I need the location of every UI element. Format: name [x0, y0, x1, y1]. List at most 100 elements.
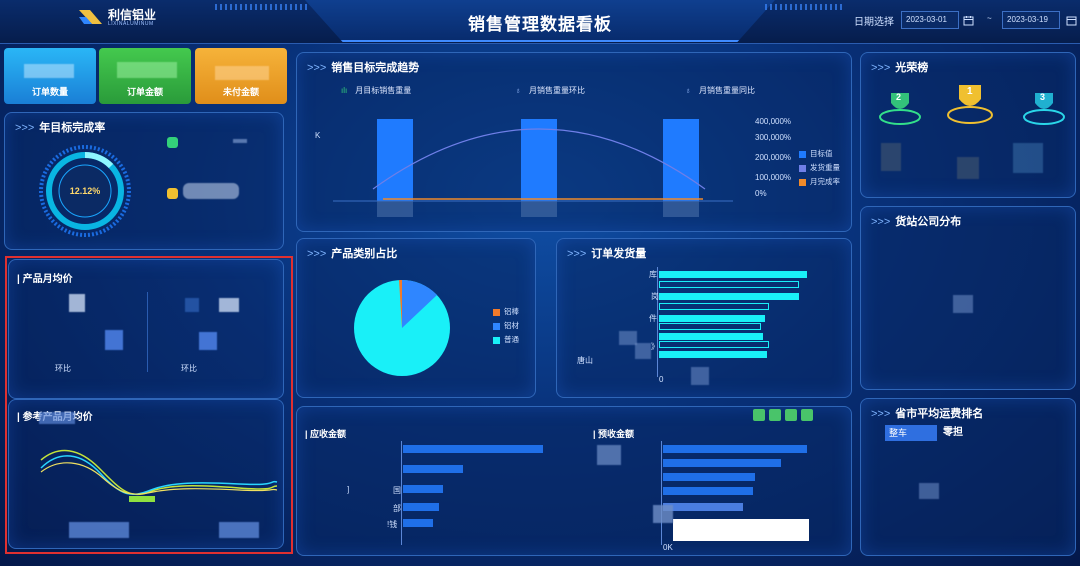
tab-mom[interactable]: ♁ 月销售重量环比 [515, 85, 585, 96]
fullscreen-icon[interactable] [753, 409, 765, 421]
date-separator: ~ [987, 14, 992, 23]
ar-bar [403, 445, 543, 453]
shipment-bar [659, 351, 767, 358]
target-bar [663, 119, 699, 201]
legend-item: 铝棒 [493, 305, 519, 319]
legend-item: 月完成率 [799, 175, 840, 189]
rank-number: 1 [967, 86, 973, 97]
category-label: 岗 [651, 292, 659, 301]
receivables-panel: | 应收金额 ] 国 部 !钱 | 预收金额 0K [296, 406, 852, 556]
rank-number: 3 [1040, 92, 1046, 102]
tick-label: 300,000% [755, 133, 792, 142]
tick-label: 400,000% [755, 117, 792, 126]
ar-bar [403, 519, 433, 527]
order-shipment-panel: >>> 订单发货量 库 岗 件 》 唐山 0 [556, 238, 852, 398]
header-deco-left [215, 4, 310, 10]
page-title: 销售管理数据看板 [468, 15, 612, 34]
label-obscured [691, 367, 709, 385]
panel-title: >>> 订单发货量 [567, 248, 647, 260]
shipped-value-blurred [183, 183, 239, 199]
ar-label: ] [347, 485, 350, 494]
panel-title: >>> 年目标完成率 [15, 122, 106, 134]
legend-item: 铝材 [493, 319, 519, 333]
trophy-gold-icon: 1 [945, 81, 995, 127]
target-icon [167, 137, 178, 148]
kpi-value-blurred [117, 62, 177, 78]
completion-rate: 12.12% [69, 186, 101, 196]
calendar-icon-end[interactable] [1066, 13, 1077, 26]
bar-outline [659, 281, 799, 288]
honor-board-panel: >>> 光荣榜 2 1 3 [860, 52, 1076, 198]
pr-bar [663, 503, 743, 511]
ar-y-axis [401, 441, 402, 545]
freight-distribution-panel: >>> 货站公司分布 [860, 206, 1076, 390]
ar-bar [403, 503, 439, 511]
calendar-icon-start[interactable] [963, 13, 974, 26]
pr-bar [663, 445, 807, 453]
zoom-out-icon[interactable] [785, 409, 797, 421]
legend-item: 目标值 [799, 147, 840, 161]
kpi-card-order-count[interactable]: 订单数量 [4, 48, 96, 104]
kpi-label: 订单金额 [126, 87, 163, 97]
panel-title: >>> 产品类别占比 [307, 248, 398, 260]
panel-title: >>> 销售目标完成趋势 [307, 62, 420, 74]
tab-yoy[interactable]: ♁ 月销售重量同比 [685, 85, 755, 96]
ar-bar [403, 465, 463, 473]
tab-less-than-truck[interactable]: 零担 [943, 425, 963, 441]
pr-bar-highlight [673, 519, 809, 541]
target-bar [377, 119, 413, 201]
ar-label: 国 [393, 486, 401, 495]
money-bag-icon: ♁ [515, 86, 521, 95]
category-label: 件 [649, 314, 657, 323]
zoom-in-icon[interactable] [769, 409, 781, 421]
winner-name-obscured [1013, 143, 1043, 173]
trend-legend: 目标值 发货重量 月完成率 [799, 147, 840, 189]
sales-trend-panel: >>> 销售目标完成趋势 ılı 月目标销售重量 ♁ 月销售重量环比 ♁ 月销售重量同比… [296, 52, 852, 232]
trophy-silver-icon: 2 [877, 87, 923, 127]
chart-icon: ılı [341, 86, 348, 95]
kpi-label: 未付金额 [222, 87, 259, 97]
bar-outline [659, 341, 769, 348]
date-end-input[interactable]: 2023-03-19 [1002, 11, 1060, 29]
kpi-card-unpaid-amount[interactable]: 未付金额 [195, 48, 287, 104]
date-label: 日期选择 [854, 17, 894, 28]
tick-label: 0% [755, 189, 767, 198]
pr-bar [663, 487, 753, 495]
date-start-input[interactable]: 2023-03-01 [901, 11, 959, 29]
target-value-blurred [233, 139, 247, 143]
logo: 利信铝业 LIXINALUMINUM [78, 6, 188, 30]
winner-name-obscured [881, 143, 901, 171]
tab-monthly-target[interactable]: ılı 月目标销售重量 [341, 85, 411, 96]
shipment-bar [659, 271, 807, 278]
legend-item: 普通 [493, 333, 519, 347]
table-icon[interactable] [801, 409, 813, 421]
trophy-bronze-icon: 3 [1021, 87, 1067, 127]
tick-label: 100,000% [755, 173, 792, 182]
highlight-frame [5, 256, 293, 554]
category-label: 库 [649, 270, 657, 279]
tab-full-truck[interactable]: 整车 [885, 425, 937, 441]
rank-number: 2 [896, 92, 902, 102]
shipped-icon [167, 188, 178, 199]
pr-bar [663, 459, 781, 467]
kpi-card-order-amount[interactable]: 订单金额 [99, 48, 191, 104]
label-obscured [635, 343, 651, 359]
product-category-panel: >>> 产品类别占比 铝棒 铝材 普通 [296, 238, 536, 398]
category-label: 》 [651, 342, 659, 351]
pr-bar [663, 473, 755, 481]
ar-title: | 应收金额 [305, 429, 347, 439]
category-label: 唐山 [577, 356, 593, 365]
pr-label-obscured [653, 505, 673, 523]
province-freight-panel: >>> 省市平均运费排名 整车 零担 [860, 398, 1076, 556]
winner-name-obscured [957, 157, 979, 179]
shipment-bar [659, 293, 799, 300]
ar-label: !钱 [387, 520, 398, 529]
header-deco-right [765, 4, 845, 10]
kpi-value-blurred [24, 64, 74, 78]
logo-mark-icon [79, 10, 102, 24]
shipment-bar [659, 315, 765, 322]
annual-target-panel: >>> 年目标完成率 12.12% [4, 112, 284, 250]
panel-title: >>> 光荣榜 [871, 62, 929, 74]
target-bar [521, 119, 557, 201]
kpi-value-blurred [215, 66, 269, 80]
